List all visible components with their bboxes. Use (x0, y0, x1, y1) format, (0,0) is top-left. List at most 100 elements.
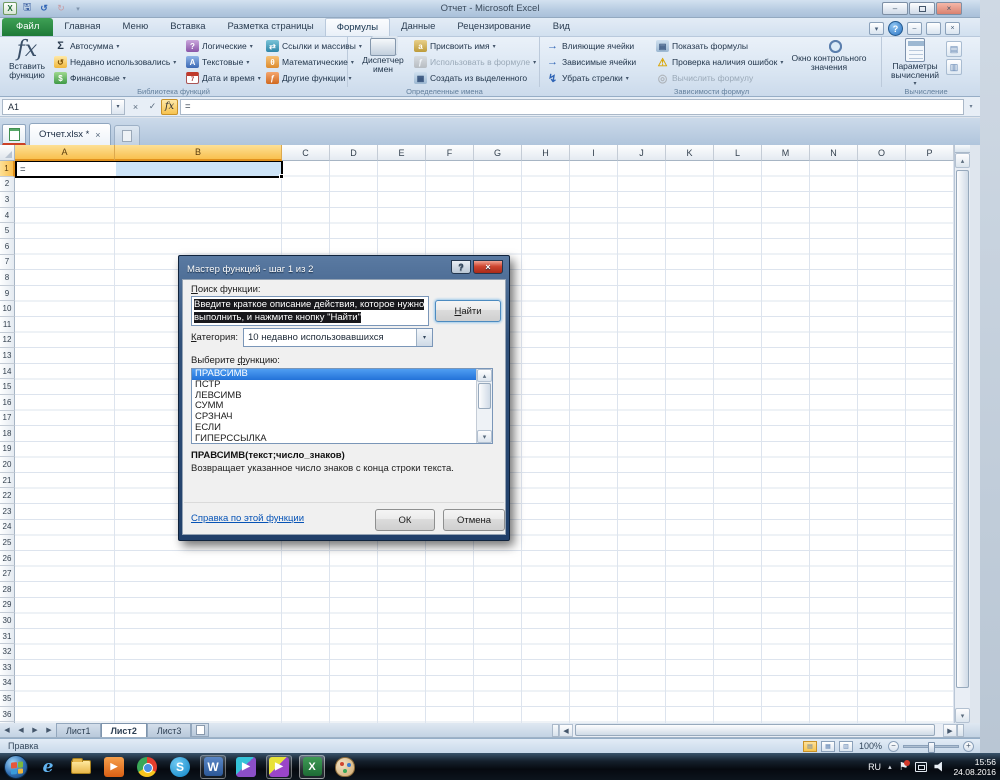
row-header-5[interactable]: 5 (0, 223, 15, 239)
document-tab-list-button[interactable] (2, 124, 26, 145)
clock[interactable]: 15:56 24.08.2016 (953, 757, 996, 777)
tab-home[interactable]: Главная (53, 18, 111, 36)
insert-function-button[interactable]: fx Вставить функцию (4, 38, 50, 80)
taskbar-explorer-icon[interactable] (68, 755, 94, 779)
horizontal-scroll-track[interactable] (573, 724, 943, 737)
function-item[interactable]: СУММ (192, 401, 492, 412)
column-header-B[interactable]: B (115, 145, 282, 161)
ok-button[interactable]: ОК (375, 509, 435, 531)
next-sheet-icon[interactable]: ▶ (28, 724, 42, 737)
tab-formulas[interactable]: Формулы (325, 18, 390, 36)
column-header-F[interactable]: F (426, 145, 474, 161)
watch-window-button[interactable]: Окно контрольного значения (782, 38, 876, 72)
sheet-tab-3[interactable]: Лист3 (147, 723, 192, 737)
calculation-options-button[interactable]: Параметры вычислений ▾ (886, 38, 944, 89)
taskbar-word-icon[interactable]: W (200, 755, 226, 779)
logical-button[interactable]: ?Логические▾ (184, 38, 263, 54)
create-from-selection-button[interactable]: ▦Создать из выделенного (412, 70, 538, 86)
define-name-button[interactable]: aПрисвоить имя▾ (412, 38, 538, 54)
row-header-8[interactable]: 8 (0, 270, 15, 286)
taskbar-media-player-icon[interactable]: ▶ (101, 755, 127, 779)
save-icon[interactable]: 🖫 (20, 2, 34, 15)
column-header-J[interactable]: J (618, 145, 666, 161)
trace-precedents-button[interactable]: →Влияющие ячейки (544, 38, 638, 54)
more-functions-button[interactable]: ƒДругие функции▾ (264, 70, 364, 86)
workbook-restore-button[interactable] (926, 22, 941, 35)
list-scrollbar[interactable]: ▴ ▾ (476, 369, 492, 443)
excel-logo-icon[interactable]: X (3, 2, 17, 15)
zoom-in-icon[interactable]: + (963, 741, 974, 752)
row-header-24[interactable]: 24 (0, 520, 15, 536)
select-all-corner[interactable] (0, 145, 15, 161)
column-header-A[interactable]: A (15, 145, 115, 161)
sheet-tab-1[interactable]: Лист1 (56, 723, 101, 737)
row-header-32[interactable]: 32 (0, 644, 15, 660)
row-header-2[interactable]: 2 (0, 177, 15, 193)
column-header-E[interactable]: E (378, 145, 426, 161)
column-header-N[interactable]: N (810, 145, 858, 161)
category-combobox[interactable]: 10 недавно использовавшихся ▾ (243, 328, 433, 347)
row-header-31[interactable]: 31 (0, 629, 15, 645)
split-handle[interactable] (957, 724, 964, 737)
insert-function-icon[interactable]: fx (161, 99, 178, 115)
row-header-9[interactable]: 9 (0, 286, 15, 302)
function-item-selected[interactable]: ПРАВСИМВ (192, 369, 492, 380)
close-button[interactable]: × (936, 2, 962, 15)
taskbar-kmplayer-icon[interactable]: ▶ (233, 755, 259, 779)
math-button[interactable]: θМатематические▾ (264, 54, 364, 70)
restore-button[interactable] (909, 2, 935, 15)
workbook-minimize-button[interactable]: – (907, 22, 922, 35)
column-header-D[interactable]: D (330, 145, 378, 161)
function-item[interactable]: СРЗНАЧ (192, 412, 492, 423)
row-header-23[interactable]: 23 (0, 504, 15, 520)
row-header-12[interactable]: 12 (0, 333, 15, 349)
row-header-14[interactable]: 14 (0, 364, 15, 380)
scroll-down-icon[interactable]: ▾ (955, 708, 970, 723)
row-header-22[interactable]: 22 (0, 488, 15, 504)
tab-page-layout[interactable]: Разметка страницы (217, 18, 325, 36)
date-time-button[interactable]: 7Дата и время▾ (184, 70, 263, 86)
column-header-M[interactable]: M (762, 145, 810, 161)
row-header-11[interactable]: 11 (0, 317, 15, 333)
split-handle[interactable] (955, 145, 970, 153)
financial-button[interactable]: $Финансовые▾ (52, 70, 178, 86)
last-sheet-icon[interactable]: ▶ (42, 724, 56, 737)
column-header-C[interactable]: C (282, 145, 330, 161)
error-checking-button[interactable]: ⚠Проверка наличия ошибок▾ (654, 54, 785, 70)
row-header-7[interactable]: 7 (0, 255, 15, 271)
function-item[interactable]: ЛЕВСИМВ (192, 391, 492, 402)
zoom-slider[interactable] (903, 745, 959, 748)
row-header-10[interactable]: 10 (0, 301, 15, 317)
name-box-dropdown-icon[interactable]: ▾ (112, 99, 125, 115)
page-break-view-icon[interactable]: ▥ (839, 741, 853, 752)
row-header-29[interactable]: 29 (0, 598, 15, 614)
list-scroll-up-icon[interactable]: ▴ (477, 369, 492, 382)
row-header-33[interactable]: 33 (0, 660, 15, 676)
volume-icon[interactable] (934, 762, 944, 772)
insert-worksheet-button[interactable] (191, 723, 209, 737)
document-tab-close-icon[interactable]: × (95, 130, 100, 140)
text-button[interactable]: AТекстовые▾ (184, 54, 263, 70)
zoom-level[interactable]: 100% (859, 741, 882, 751)
scroll-right-icon[interactable]: ▶ (943, 724, 957, 737)
tab-split-handle[interactable] (552, 724, 559, 737)
dialog-title-bar[interactable]: Мастер функций - шаг 1 из 2 ? × (182, 259, 506, 279)
row-header-1[interactable]: 1 (0, 161, 15, 177)
trace-dependents-button[interactable]: →Зависимые ячейки (544, 54, 638, 70)
column-header-P[interactable]: P (906, 145, 954, 161)
row-header-18[interactable]: 18 (0, 426, 15, 442)
horizontal-scroll-thumb[interactable] (575, 724, 935, 736)
language-indicator[interactable]: RU (868, 762, 881, 772)
row-header-13[interactable]: 13 (0, 348, 15, 364)
row-header-27[interactable]: 27 (0, 566, 15, 582)
find-button[interactable]: Найти (435, 300, 501, 322)
horizontal-scrollbar[interactable]: ◀ ▶ (552, 724, 964, 737)
network-icon[interactable] (915, 762, 927, 772)
row-header-6[interactable]: 6 (0, 239, 15, 255)
name-box[interactable]: A1 (2, 99, 112, 115)
column-header-G[interactable]: G (474, 145, 522, 161)
vertical-scrollbar[interactable]: ▴ ▾ (954, 145, 970, 723)
combo-dropdown-icon[interactable]: ▾ (416, 329, 432, 346)
tab-data[interactable]: Данные (390, 18, 446, 36)
remove-arrows-button[interactable]: ↯Убрать стрелки▾ (544, 70, 638, 86)
